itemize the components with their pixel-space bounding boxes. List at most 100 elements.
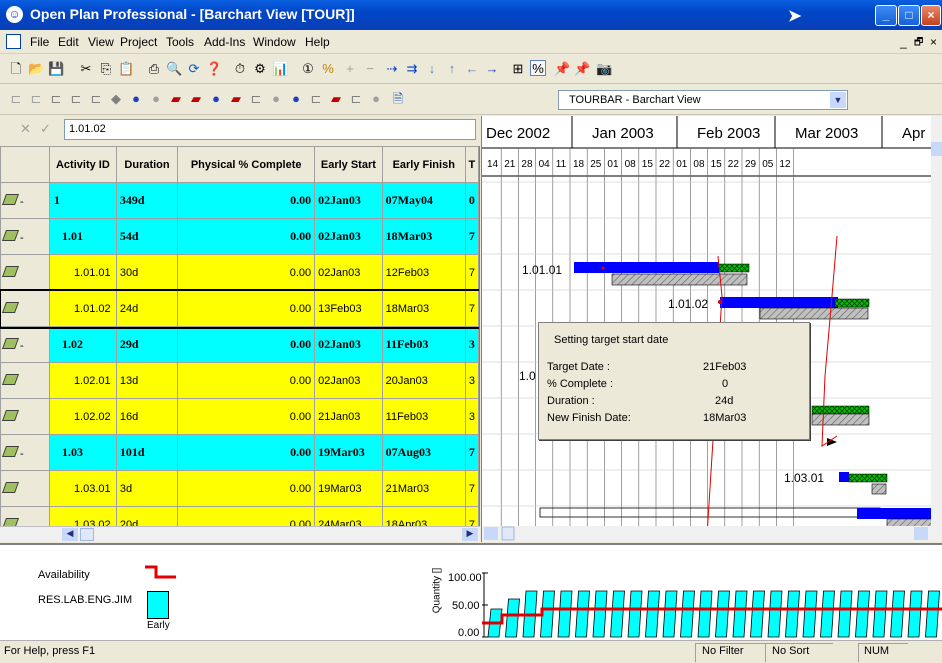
cut-icon[interactable]: ✂ [78, 61, 94, 77]
cell-t[interactable]: 3 [464, 398, 479, 435]
menu-edit[interactable]: Edit [58, 35, 79, 49]
resource-bar-icon[interactable]: ▰ [188, 91, 204, 107]
cell-duration[interactable]: 349d [115, 182, 179, 219]
table-row[interactable]: 1.01.02 24d 0.00 13Feb03 18Mar03 7 [0, 288, 479, 329]
collapse-icon[interactable]: - [17, 196, 24, 208]
scroll-thumb[interactable] [501, 526, 515, 541]
cell-early-start[interactable]: 02Jan03 [314, 254, 383, 291]
cell-duration[interactable]: 30d [115, 254, 179, 291]
cell-physical-complete[interactable]: 0.00 [177, 326, 316, 363]
cell-early-start[interactable]: 19Mar03 [314, 434, 383, 471]
column-header-activity-id[interactable]: Activity ID [48, 146, 117, 183]
bar-style-icon[interactable]: ⊏ [28, 91, 44, 107]
link-icon[interactable]: ⇢ [384, 61, 400, 77]
print-icon[interactable]: ⎙ [146, 61, 162, 77]
activity-bar[interactable] [574, 262, 719, 273]
refresh-icon[interactable]: ⟳ [186, 61, 202, 77]
cell-physical-complete[interactable]: 0.00 [177, 434, 316, 471]
close-button[interactable]: × [921, 5, 941, 26]
cell-duration[interactable]: 101d [115, 434, 179, 471]
move-left-icon[interactable]: ← [464, 61, 480, 77]
cell-physical-complete[interactable]: 0.00 [177, 182, 316, 219]
level-icon[interactable]: ① [300, 61, 316, 77]
bar-style-icon[interactable]: ⊏ [8, 91, 24, 107]
cell-duration[interactable]: 3d [115, 470, 179, 507]
menu-tools[interactable]: Tools [166, 35, 194, 49]
menu-add-ins[interactable]: Add-Ins [204, 35, 245, 49]
resource-icon[interactable]: ● [268, 91, 284, 107]
print-preview-icon[interactable]: 🔍 [166, 61, 182, 77]
scroll-right-icon[interactable] [914, 527, 928, 540]
row-header[interactable]: - [0, 434, 50, 471]
cell-early-start[interactable]: 02Jan03 [314, 362, 383, 399]
minimize-button[interactable]: _ [875, 5, 897, 26]
copy-icon[interactable]: ⎘ [98, 61, 114, 77]
vertical-scrollbar[interactable] [931, 116, 942, 542]
cell-early-start[interactable]: 24Mar03 [314, 506, 383, 526]
cell-t[interactable]: 3 [464, 362, 479, 399]
resource-bar-icon[interactable]: ▰ [168, 91, 184, 107]
cell-physical-complete[interactable]: 0.00 [177, 290, 316, 327]
add-icon[interactable]: + [342, 61, 358, 77]
unlink-icon[interactable]: ⇉ [404, 61, 420, 77]
scroll-right-icon[interactable]: ▶ [462, 528, 478, 541]
mdi-close-button[interactable]: × [930, 35, 937, 49]
resource-icon[interactable]: ● [128, 91, 144, 107]
cell-activity-id[interactable]: 1 [48, 182, 117, 219]
cell-duration[interactable]: 16d [115, 398, 179, 435]
menu-view[interactable]: View [88, 35, 114, 49]
activity-bar[interactable] [839, 472, 849, 482]
table-row[interactable]: 1.02.01 13d 0.00 02Jan03 20Jan03 3 [0, 362, 479, 399]
cell-early-finish[interactable]: 18Apr03 [381, 506, 466, 526]
cell-activity-id[interactable]: 1.03.01 [48, 470, 117, 507]
cell-activity-id[interactable]: 1.01.02 [48, 290, 117, 327]
collapse-icon[interactable]: - [17, 340, 24, 352]
percent-icon[interactable]: % [320, 61, 336, 77]
cell-early-finish[interactable]: 18Mar03 [381, 290, 466, 327]
row-header[interactable]: - [0, 182, 50, 219]
column-header-early-start[interactable]: Early Start [314, 146, 383, 183]
cell-activity-id[interactable]: 1.01 [48, 218, 117, 255]
table-row[interactable]: - 1.01 54d 0.00 02Jan03 18Mar03 7 [0, 218, 479, 255]
bar-style-icon[interactable]: ⊏ [308, 91, 324, 107]
title-bar[interactable]: ☺ Open Plan Professional - [Barchart Vie… [0, 0, 942, 30]
cell-early-start[interactable]: 19Mar03 [314, 470, 383, 507]
row-header[interactable]: - [0, 218, 50, 255]
cell-t[interactable]: 7 [464, 290, 479, 327]
help-icon[interactable]: ❓ [206, 61, 222, 77]
cell-duration[interactable]: 24d [115, 290, 179, 327]
milestone-icon[interactable]: ◆ [108, 91, 124, 107]
cell-t[interactable]: 7 [464, 470, 479, 507]
pin-icon[interactable]: 📌 [554, 61, 570, 77]
cell-activity-id[interactable]: 1.03.02 [48, 506, 117, 526]
paste-icon[interactable]: 📋 [118, 61, 134, 77]
scroll-left-icon[interactable] [484, 527, 498, 540]
accept-edit-button[interactable]: ✓ [40, 121, 51, 137]
table-row[interactable]: 1.01.01 30d 0.00 02Jan03 12Feb03 7 [0, 254, 479, 291]
cell-early-finish[interactable]: 21Mar03 [381, 470, 466, 507]
collapse-icon[interactable]: - [17, 232, 24, 244]
cell-physical-complete[interactable]: 0.00 [177, 218, 316, 255]
resource-bar-icon[interactable]: ▰ [228, 91, 244, 107]
save-icon[interactable]: 💾 [48, 61, 64, 77]
menu-help[interactable]: Help [305, 35, 330, 49]
cell-physical-complete[interactable]: 0.00 [177, 254, 316, 291]
cell-early-start[interactable]: 21Jan03 [314, 398, 383, 435]
column-header-duration[interactable]: Duration [115, 146, 179, 183]
cell-activity-id[interactable]: 1.01.01 [48, 254, 117, 291]
table-row[interactable]: 1.02.02 16d 0.00 21Jan03 11Feb03 3 [0, 398, 479, 435]
resource-icon[interactable]: ● [208, 91, 224, 107]
row-header[interactable] [0, 470, 50, 507]
column-header-t[interactable]: T [464, 146, 479, 183]
menu-file[interactable]: File [30, 35, 49, 49]
table-row[interactable]: - 1 349d 0.00 02Jan03 07May04 0 [0, 182, 479, 219]
table-row[interactable]: 1.03.02 20d 0.00 24Mar03 18Apr03 7 [0, 506, 479, 526]
cell-duration[interactable]: 54d [115, 218, 179, 255]
cell-t[interactable]: 7 [464, 218, 479, 255]
cell-t[interactable]: 7 [464, 254, 479, 291]
cell-early-start[interactable]: 13Feb03 [314, 290, 383, 327]
camera-icon[interactable]: 📷 [596, 61, 612, 77]
cell-physical-complete[interactable]: 0.00 [177, 506, 316, 526]
row-header[interactable] [0, 254, 50, 291]
cancel-edit-button[interactable]: ✕ [20, 121, 31, 137]
